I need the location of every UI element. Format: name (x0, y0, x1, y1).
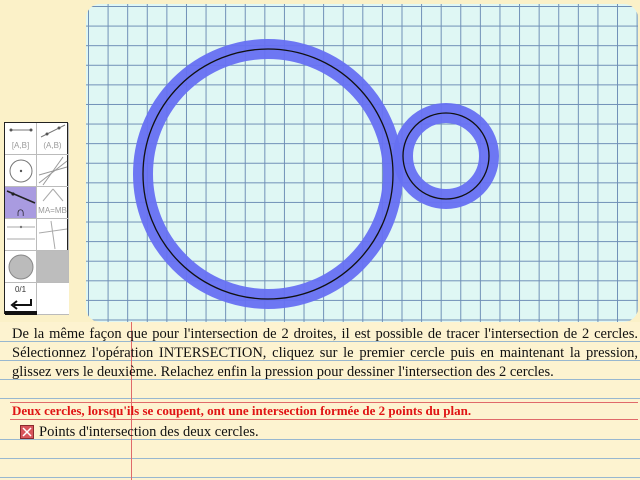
task-item[interactable]: Points d'intersection des deux cercles. (20, 423, 259, 441)
parallel-icon (7, 225, 35, 240)
undo-arrow-icon[interactable] (5, 283, 37, 315)
instruction-text: De la même façon que pour l'intersection… (12, 326, 638, 380)
tool-label: ∩ (15, 204, 26, 219)
tool-blank[interactable] (37, 283, 69, 315)
tool-gray[interactable] (37, 251, 69, 283)
perpendicular-icon (38, 220, 68, 250)
tool-label: MA=MB (38, 206, 67, 215)
tool-counter[interactable]: 0/1 (5, 283, 37, 315)
tool-intersection[interactable]: ∩ (5, 187, 37, 219)
lines-icon (38, 156, 68, 186)
small-circle[interactable] (402, 112, 490, 200)
ray-icon (40, 124, 66, 138)
circle-icon (9, 159, 33, 183)
large-circle-highlight[interactable] (133, 39, 403, 309)
tool-midpoint[interactable]: MA=MB (37, 187, 69, 219)
task-label: Points d'intersection des deux cercles. (39, 423, 259, 440)
rule-statement: Deux cercles, lorsqu'ils se coupent, ont… (12, 403, 472, 418)
tool-perpendicular[interactable] (37, 219, 69, 251)
ruled-line (0, 458, 640, 459)
cross-checkbox-icon[interactable] (20, 425, 34, 439)
tool-circle[interactable] (5, 155, 37, 187)
color-disc-icon (8, 254, 34, 280)
ruled-line (0, 477, 640, 478)
tool-label: [A,B] (11, 141, 30, 150)
tool-lines[interactable] (37, 155, 69, 187)
ruled-line (0, 398, 640, 399)
geometry-drawing (133, 39, 499, 309)
tool-palette: [A,B] (A,B) ∩ MA=MB 0/1 (4, 122, 69, 315)
tool-segment[interactable]: [A,B] (5, 123, 37, 155)
notebook-page: [A,B] (A,B) ∩ MA=MB 0/1 De la même façon… (0, 0, 640, 480)
tool-ray[interactable]: (A,B) (37, 123, 69, 155)
segment-icon (9, 128, 33, 132)
tool-label: (A,B) (43, 141, 62, 150)
tool-color[interactable] (5, 251, 37, 283)
drawing-canvas[interactable] (86, 4, 638, 322)
tool-parallel[interactable] (5, 219, 37, 251)
rule-separator-bottom (10, 419, 638, 420)
